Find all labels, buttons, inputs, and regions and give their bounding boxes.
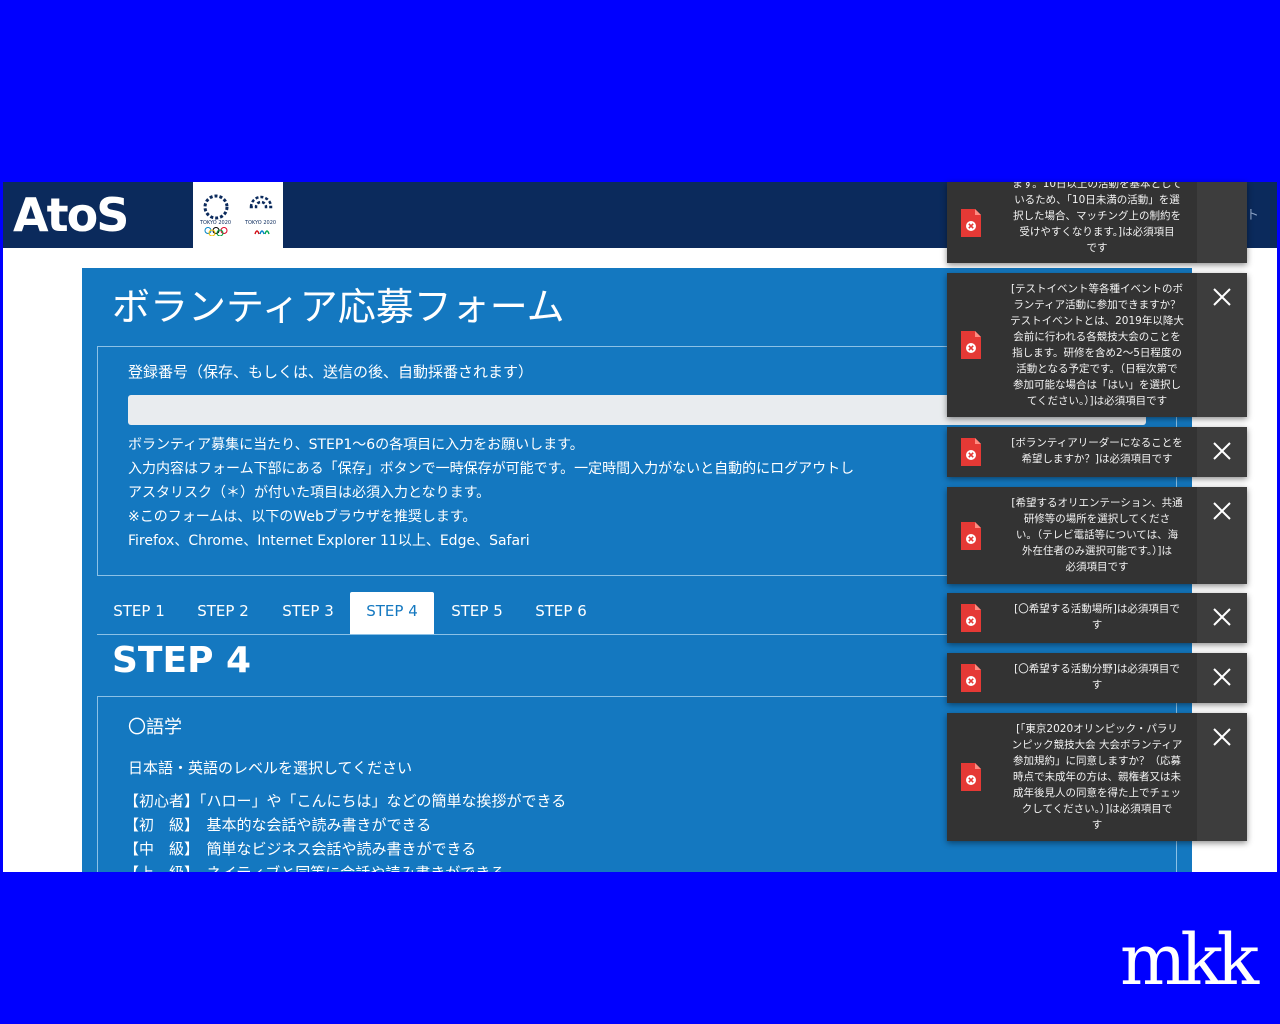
level-description: 【中 級】 簡単なビジネス会話や読み書きができる — [124, 840, 477, 858]
error-file-icon — [959, 437, 983, 467]
toast-message: [テストイベント等各種イベントのボ ランティア活動に参加できますか？ テストイベント… — [1003, 281, 1191, 409]
language-section-title: 〇語学 — [128, 717, 182, 738]
toast-close-button[interactable] — [1197, 182, 1247, 263]
toast-message: [〇希望する活動分野]は必須項目です — [1003, 661, 1191, 693]
supported-browsers-line: Firefox、Chrome、Internet Explorer 11以上、Ed… — [128, 533, 530, 549]
toast-message: [希望するオリエンテーション、共通 研修等の場所を選択してくださ い。（テレビ電話等… — [1003, 495, 1191, 575]
registration-number-label: 登録番号（保存、もしくは、送信の後、自動採番されます） — [128, 363, 534, 381]
toast-message-line: す — [1091, 679, 1103, 691]
instruction-line: 入力内容はフォーム下部にある「保存」ボタンで一時保存が可能です。一定時間入力がな… — [128, 461, 855, 477]
tab-step-5[interactable]: STEP 5 — [435, 592, 519, 634]
toast-message-line: クしてください。）]は必須項目で — [1021, 803, 1173, 815]
toast-close-button[interactable] — [1197, 487, 1247, 584]
page-title: ボランティア応募フォーム — [112, 285, 565, 329]
toast-message-line: [希望するオリエンテーション、共通 — [1011, 497, 1183, 509]
olympic-emblem-icon — [203, 194, 228, 220]
level-description: 【初 級】 基本的な会話や読み書きができる — [124, 816, 432, 834]
close-icon — [1213, 442, 1231, 460]
toast-message-line: ランティア活動に参加できますか？ — [1013, 299, 1181, 311]
toast-close-button[interactable] — [1197, 713, 1247, 841]
toast-message-line: 受けやすくなります。]は必須項目 — [1019, 226, 1175, 238]
instruction-line: アスタリスク（＊）が付いた項目は必須入力となります。 — [128, 485, 491, 501]
toast-message-line: 時点で未成年の方は、親権者又は未 — [1013, 771, 1181, 783]
tab-step-2[interactable]: STEP 2 — [181, 592, 265, 634]
language-level-question: 日本語・英語のレベルを選択してください — [128, 759, 413, 777]
toast-close-button[interactable] — [1197, 593, 1247, 643]
olympic-emblem: TOKYO 2020 — [197, 194, 235, 236]
toast-message-line: 活動となる予定です。（日程次第で — [1016, 363, 1178, 375]
toast-message-line: 研修等の場所を選択してくださ — [1023, 513, 1171, 525]
language-level-descriptions: 【初心者】「ハロー」や「こんにちは」などの簡単な挨拶ができる 【初 級】 基本的… — [124, 789, 566, 872]
validation-toast: [ボランティアリーダーになることを 希望しますか？]は必須項目です — [947, 427, 1247, 477]
toast-message-line: 必須項目です — [1065, 561, 1129, 573]
toast-message-line: [テストイベント等各種イベントのボ — [1010, 283, 1184, 295]
toast-message-line: [〇希望する活動場所]は必須項目で — [1014, 603, 1180, 615]
toast-message-line: テストイベントとは、2019年以降大 — [1010, 315, 1184, 327]
toast-message: [「東京2020オリンピック・パラリ ンピック競技大会 大会ボランティア 参加規約」… — [1003, 721, 1191, 833]
toast-message-line: い。（テレビ電話等については、海 — [1015, 529, 1179, 541]
validation-toast: [テストイベント等各種イベントのボ ランティア活動に参加できますか？ テストイベント… — [947, 273, 1247, 417]
atos-logo[interactable]: AtoS — [13, 190, 129, 240]
toast-message: ます。10日以上の活動を基本としているため、「10日未満の活動」を選 択した場合、… — [1003, 182, 1191, 256]
validation-toast: ます。10日以上の活動を基本としているため、「10日未満の活動」を選 択した場合、… — [947, 182, 1247, 263]
toast-message: [ボランティアリーダーになることを 希望しますか？]は必須項目です — [1003, 435, 1191, 467]
error-file-icon — [959, 762, 983, 792]
tokyo-2020-logo: TOKYO 2020 TOKYO 2020 — [193, 182, 283, 248]
olympic-caption: TOKYO 2020 — [199, 220, 232, 226]
close-icon — [1213, 288, 1231, 306]
validation-toast: [〇希望する活動場所]は必須項目です — [947, 593, 1247, 643]
toast-message-line: 外在住者のみ選択可能です。）]は — [1021, 545, 1173, 557]
toast-message-line: ます。10日以上の活動を基本として — [1012, 182, 1182, 190]
error-file-icon — [959, 330, 983, 360]
tab-step-1[interactable]: STEP 1 — [97, 592, 181, 634]
toast-message-line: いるため、「10日未満の活動」を選 — [1014, 194, 1180, 206]
toast-message-line: です — [1086, 242, 1108, 254]
toast-message: [〇希望する活動場所]は必須項目です — [1003, 601, 1191, 633]
paralympic-emblem: TOKYO 2020 — [242, 194, 280, 236]
mkk-watermark: mkk — [1120, 919, 1259, 1001]
validation-toast: [「東京2020オリンピック・パラリ ンピック競技大会 大会ボランティア 参加規約」… — [947, 713, 1247, 841]
close-icon — [1213, 502, 1231, 520]
tab-step-3[interactable]: STEP 3 — [266, 592, 350, 634]
level-description: 【上 級】 ネイティブと同等に会話や読み書きができる — [124, 861, 566, 872]
instruction-line: ※このフォームは、以下のWebブラウザを推奨します。 — [128, 509, 477, 525]
close-icon — [1213, 668, 1231, 686]
olympic-rings-icon — [204, 227, 227, 236]
toast-message-line: 参加規約」に同意しますか？（応募 — [1013, 755, 1181, 767]
toast-message-line: てください。）]は必須項目です — [1026, 395, 1168, 407]
agitos-icon — [253, 230, 270, 235]
close-icon — [1213, 608, 1231, 626]
toast-message-line: 希望しますか？]は必須項目です — [1021, 453, 1173, 465]
error-file-icon — [959, 521, 983, 551]
error-file-icon — [959, 208, 983, 238]
validation-toast: [〇希望する活動分野]は必須項目です — [947, 653, 1247, 703]
toast-message-line: 指します。研修を含め2〜5日程度の — [1012, 347, 1182, 359]
toast-message-line: 成年後見人の同意を得た上でチェッ — [1013, 787, 1181, 799]
header-nav-text[interactable]: ト — [1246, 204, 1259, 223]
close-icon — [1213, 728, 1231, 746]
paralympic-caption: TOKYO 2020 — [244, 220, 277, 226]
toast-message-line: 会前に行われる各競技大会のことを — [1013, 331, 1181, 343]
toast-message-line: [ボランティアリーダーになることを — [1011, 437, 1183, 449]
toast-message-line: [〇希望する活動分野]は必須項目で — [1014, 663, 1180, 675]
error-file-icon — [959, 603, 983, 633]
step-heading: STEP 4 — [112, 640, 252, 681]
toast-close-button[interactable] — [1197, 427, 1247, 477]
validation-toast: [希望するオリエンテーション、共通 研修等の場所を選択してくださ い。（テレビ電話等… — [947, 487, 1247, 584]
toast-message-line: ンピック競技大会 大会ボランティア — [1011, 739, 1183, 751]
paralympic-emblem-icon — [249, 195, 272, 209]
tab-step-4[interactable]: STEP 4 — [350, 592, 434, 634]
form-instructions: ボランティア募集に当たり、STEP1〜6の各項目に入力をお願いします。 入力内容… — [128, 433, 854, 553]
toast-close-button[interactable] — [1197, 653, 1247, 703]
instruction-line: ボランティア募集に当たり、STEP1〜6の各項目に入力をお願いします。 — [128, 437, 584, 453]
level-description: 【初心者】「ハロー」や「こんにちは」などの簡単な挨拶ができる — [124, 792, 567, 810]
toast-message-line: 択した場合、マッチング上の制約を — [1013, 210, 1181, 222]
toast-message-line: す — [1091, 819, 1103, 831]
toast-close-button[interactable] — [1197, 273, 1247, 417]
toast-message-line: す — [1091, 619, 1103, 631]
toast-message-line: 参加可能な場合は「はい」を選択し — [1013, 379, 1181, 391]
error-file-icon — [959, 663, 983, 693]
tab-step-6[interactable]: STEP 6 — [519, 592, 603, 634]
toast-message-line: [「東京2020オリンピック・パラリ — [1016, 723, 1178, 735]
